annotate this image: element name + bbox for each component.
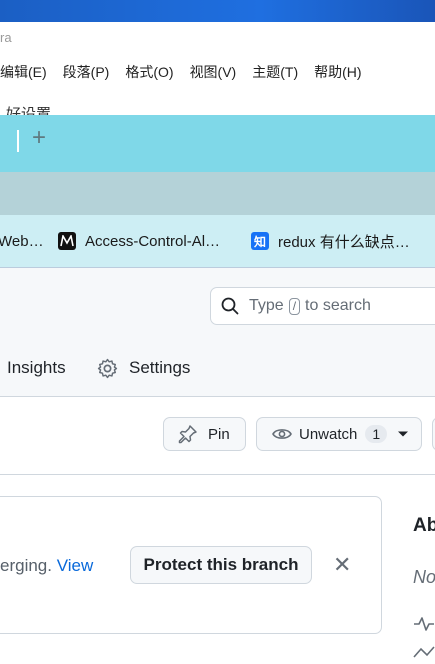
menu-paragraph[interactable]: 段落(P): [63, 62, 110, 84]
bookmark-redux[interactable]: 知 redux 有什么缺点…: [251, 230, 410, 252]
tab-insights-label: Insights: [7, 358, 66, 377]
unwatch-button[interactable]: Unwatch 1: [256, 417, 422, 451]
menu-format[interactable]: 格式(O): [125, 62, 173, 84]
menu-view[interactable]: 视图(V): [190, 62, 237, 84]
search-placeholder-after: to search: [305, 297, 371, 314]
activity-icon: [413, 614, 435, 639]
readme-icon-partial: [413, 645, 435, 664]
gear-icon: [97, 358, 118, 379]
search-placeholder-before: Type: [249, 297, 284, 314]
typora-title: ra: [0, 30, 12, 45]
bookmark-web[interactable]: Web…: [0, 230, 44, 252]
protect-branch-button[interactable]: Protect this branch: [130, 546, 312, 584]
pin-icon: [178, 424, 198, 444]
desktop-background: [0, 0, 435, 22]
menu-help[interactable]: 帮助(H): [314, 62, 361, 84]
tab-insights[interactable]: Insights: [7, 355, 66, 381]
banner-view-link[interactable]: View: [57, 556, 94, 575]
close-icon[interactable]: ✕: [333, 553, 351, 577]
watch-count-badge: 1: [365, 425, 388, 443]
search-icon: [221, 297, 239, 315]
banner-text: erging.: [0, 556, 52, 575]
bookmark-access-control[interactable]: Access-Control-Al…: [58, 230, 220, 252]
pin-button[interactable]: Pin: [163, 417, 246, 451]
typora-partial-text: 好设置: [6, 106, 52, 115]
bookmark-label: Access-Control-Al…: [85, 232, 221, 250]
search-input[interactable]: Type / to search: [210, 287, 435, 325]
new-tab-button[interactable]: +: [32, 124, 46, 152]
banner-message: erging. View: [0, 556, 93, 576]
menu-edit[interactable]: 编辑(E): [0, 62, 47, 84]
menu-theme[interactable]: 主题(T): [252, 62, 298, 84]
medium-logo-icon: [58, 232, 76, 250]
section-divider: [0, 474, 435, 475]
bookmark-label: redux 有什么缺点…: [278, 233, 410, 251]
tab-settings[interactable]: Settings: [97, 355, 190, 381]
tab-settings-label: Settings: [129, 358, 191, 377]
zhihu-logo-icon: 知: [251, 232, 269, 250]
browser-tabstrip: [0, 115, 435, 172]
description-partial: No: [413, 567, 435, 587]
search-shortcut-key: /: [288, 297, 301, 315]
about-heading-partial: Ab: [413, 515, 435, 536]
eye-icon: [272, 426, 292, 442]
unwatch-label: Unwatch: [299, 425, 358, 443]
bookmark-label: Web…: [0, 232, 44, 250]
chevron-down-icon: [397, 430, 409, 438]
typora-menubar: 编辑(E) 段落(P) 格式(O) 视图(V) 主题(T) 帮助(H): [0, 62, 378, 84]
address-bar-area: [0, 172, 435, 215]
pin-label: Pin: [208, 425, 230, 443]
tab-separator: [17, 130, 19, 152]
